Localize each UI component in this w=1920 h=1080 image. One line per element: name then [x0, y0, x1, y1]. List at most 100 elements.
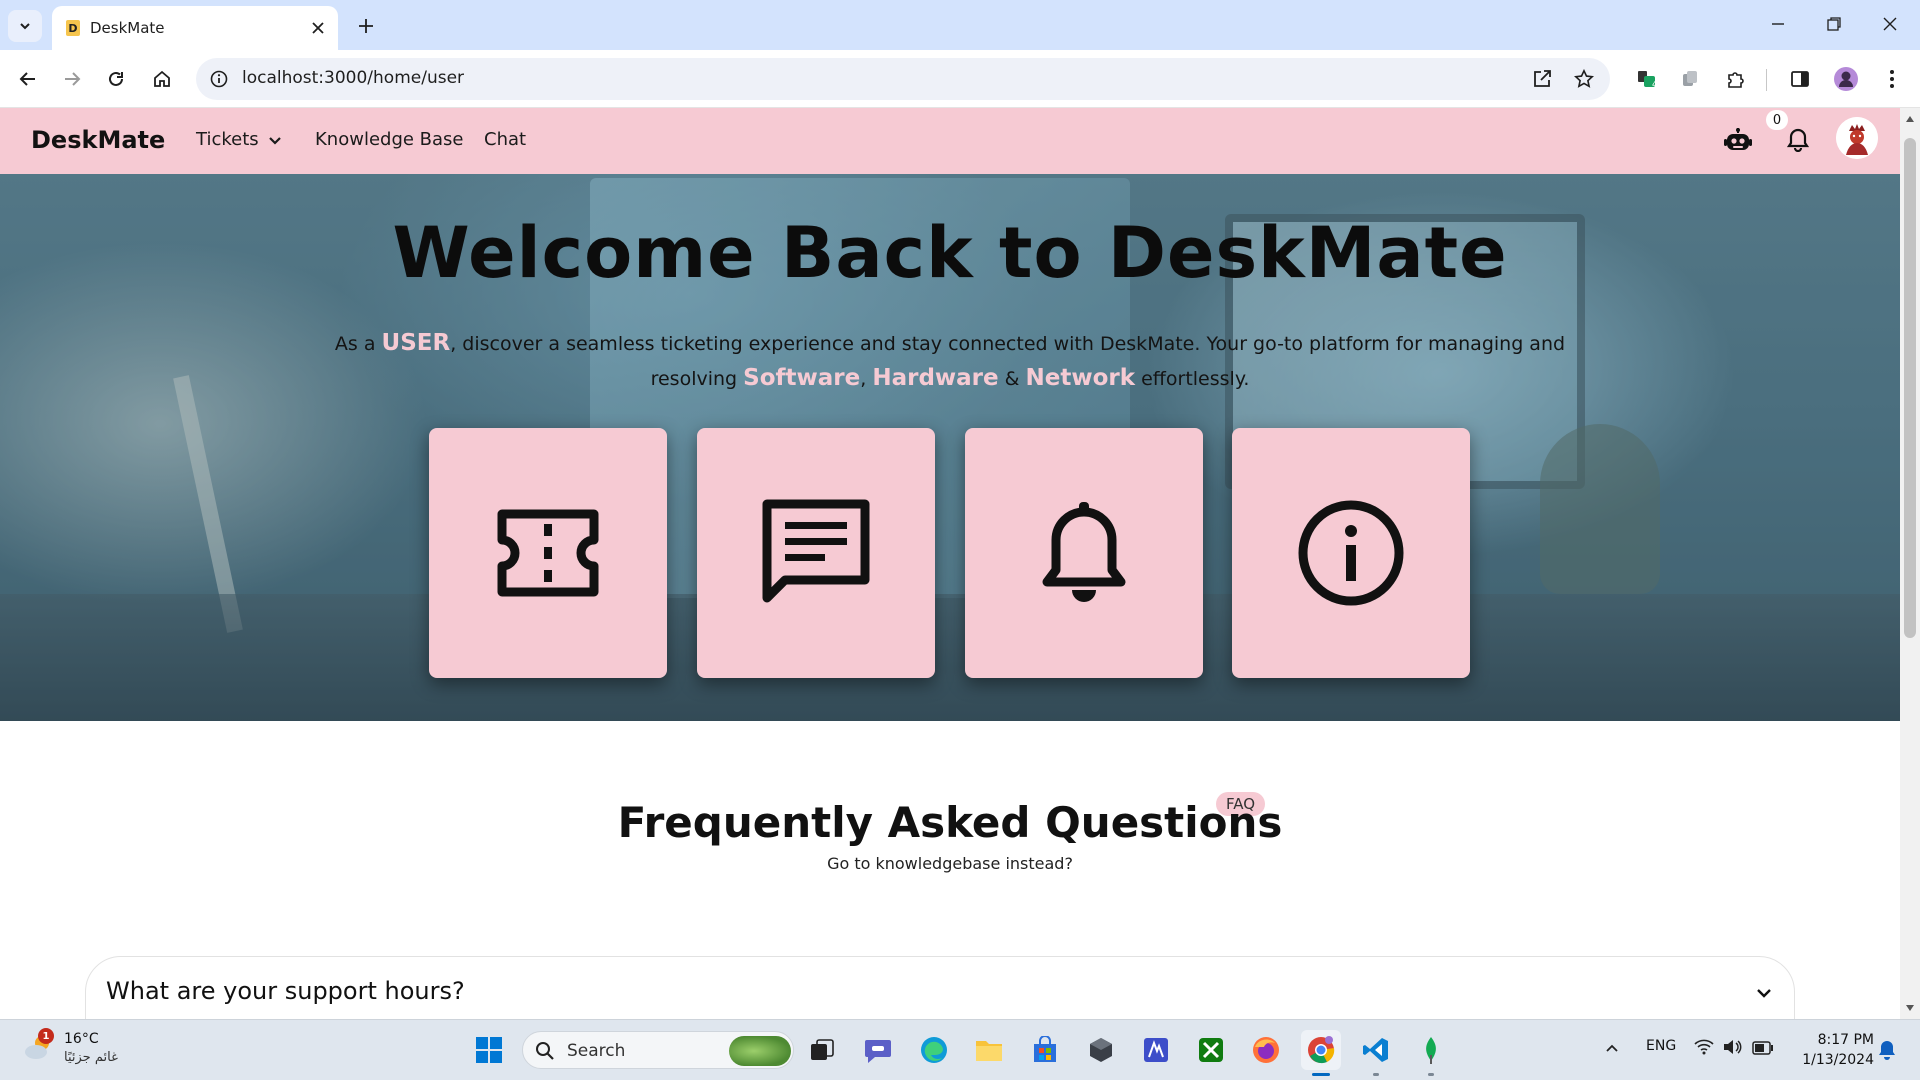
- hero-separator: ,: [860, 368, 873, 390]
- close-icon: [312, 22, 324, 34]
- user-avatar[interactable]: [1836, 117, 1878, 159]
- hero-text-part: effortlessly.: [1135, 368, 1250, 390]
- arrow-right-icon: [65, 72, 81, 86]
- taskbar-search[interactable]: Search: [522, 1031, 794, 1069]
- taskbar-teams[interactable]: [858, 1030, 898, 1070]
- site-info-button[interactable]: [208, 68, 230, 90]
- system-clock[interactable]: 8:17 PM 1/13/2024: [1790, 1030, 1874, 1070]
- scroll-up-button[interactable]: [1900, 110, 1920, 128]
- page-scrollbar[interactable]: [1900, 108, 1920, 1019]
- external-link-icon: [1534, 70, 1551, 87]
- close-icon: [1883, 17, 1897, 31]
- minimize-button[interactable]: [1756, 8, 1800, 40]
- folder-icon: [976, 1041, 1002, 1061]
- taskbar-vscode[interactable]: [1356, 1030, 1396, 1076]
- navbar: DeskMate Tickets Knowledge Base Chat 0: [0, 108, 1900, 174]
- clock-date: 1/13/2024: [1802, 1052, 1874, 1068]
- extensions-menu-button[interactable]: [1720, 63, 1752, 95]
- taskbar-store[interactable]: [1025, 1030, 1065, 1070]
- star-icon: [1574, 69, 1594, 88]
- taskbar-app-editor[interactable]: [1136, 1030, 1176, 1070]
- taskbar-app-cube[interactable]: [1081, 1030, 1121, 1070]
- show-hidden-icons-button[interactable]: [1602, 1036, 1622, 1060]
- nav-chat[interactable]: Chat: [484, 118, 526, 162]
- new-tab-button[interactable]: [352, 12, 380, 40]
- scroll-down-button[interactable]: [1900, 999, 1920, 1017]
- weather-widget[interactable]: 1 16°C غائم جزئيًا: [22, 1028, 132, 1072]
- chevron-up-icon: [1606, 1044, 1618, 1052]
- search-highlight-image: [729, 1036, 791, 1066]
- avatar-image: [1836, 117, 1878, 159]
- close-window-button[interactable]: [1868, 8, 1912, 40]
- restore-button[interactable]: [1812, 8, 1856, 40]
- extension-button[interactable]: 4: [1630, 63, 1662, 95]
- taskbar-file-explorer[interactable]: [969, 1030, 1009, 1070]
- forward-button[interactable]: [56, 63, 88, 95]
- language-indicator[interactable]: ENG: [1646, 1038, 1676, 1054]
- browser-toolbar: localhost:3000/home/user 4: [0, 50, 1920, 108]
- hero-separator: &: [998, 368, 1026, 390]
- faq-expand-toggle[interactable]: [1752, 981, 1776, 1005]
- profile-button[interactable]: [1830, 63, 1862, 95]
- tab-close-button[interactable]: [308, 18, 328, 38]
- chat-card[interactable]: [697, 428, 935, 678]
- knowledgebase-link[interactable]: Go to knowledgebase instead?: [0, 854, 1900, 873]
- info-icon: [1298, 500, 1404, 606]
- weather-alert-badge: 1: [38, 1028, 54, 1044]
- toolbar-divider: [1766, 69, 1767, 91]
- tab-search-button[interactable]: [8, 10, 42, 42]
- notifications-card[interactable]: [965, 428, 1203, 678]
- page-viewport: DeskMate Tickets Knowledge Base Chat 0 W…: [0, 108, 1900, 1019]
- taskbar-chrome[interactable]: [1301, 1030, 1341, 1076]
- url-text[interactable]: localhost:3000/home/user: [242, 68, 1442, 88]
- tickets-card[interactable]: [429, 428, 667, 678]
- triangle-up-icon: [1906, 116, 1914, 122]
- browser-menu-button[interactable]: [1876, 63, 1908, 95]
- weather-temperature: 16°C: [64, 1031, 99, 1047]
- open-in-app-button[interactable]: [1530, 67, 1554, 91]
- nav-knowledge-base[interactable]: Knowledge Base: [315, 118, 464, 162]
- browser-tab[interactable]: D DeskMate: [52, 6, 338, 50]
- home-button[interactable]: [146, 63, 178, 95]
- notification-center-button[interactable]: [1878, 1040, 1896, 1064]
- taskbar-edge[interactable]: [914, 1030, 954, 1070]
- windows-logo-icon: [476, 1037, 502, 1063]
- bookmark-button[interactable]: [1572, 67, 1596, 91]
- reload-icon: [109, 71, 123, 86]
- faq-accordion-item[interactable]: What are your support hours?: [85, 956, 1795, 1019]
- layers-icon: [1683, 71, 1697, 86]
- role-highlight: USER: [381, 330, 451, 356]
- nav-chat-label: Chat: [484, 129, 527, 150]
- hero-description: As a USER, discover a seamless ticketing…: [290, 326, 1610, 396]
- battery-icon[interactable]: [1752, 1040, 1774, 1059]
- windows-taskbar: 1 16°C غائم جزئيًا Search ENG 8:17 PM 1/…: [0, 1019, 1920, 1080]
- start-button[interactable]: [469, 1030, 509, 1070]
- chevron-down-icon: [20, 23, 30, 30]
- active-app-indicator: [1312, 1073, 1330, 1076]
- taskbar-xbox[interactable]: [1191, 1030, 1231, 1070]
- taskbar-task-view[interactable]: [802, 1030, 842, 1070]
- side-panel-button[interactable]: [1784, 63, 1816, 95]
- volume-icon[interactable]: [1722, 1038, 1742, 1060]
- task-view-icon: [811, 1039, 834, 1060]
- extension-button-2[interactable]: [1674, 63, 1706, 95]
- chevron-down-icon: [268, 137, 281, 145]
- scrollbar-thumb[interactable]: [1904, 138, 1916, 638]
- reload-button[interactable]: [100, 63, 132, 95]
- chat-bubble-icon: [865, 1040, 891, 1063]
- notification-count-badge: 0: [1766, 110, 1788, 130]
- taskbar-firefox[interactable]: [1246, 1030, 1286, 1070]
- hero-title: Welcome Back to DeskMate: [392, 212, 1508, 294]
- wifi-icon[interactable]: [1694, 1039, 1714, 1059]
- back-button[interactable]: [12, 63, 44, 95]
- notifications-button[interactable]: [1780, 122, 1816, 158]
- brand-logo[interactable]: DeskMate: [31, 118, 165, 162]
- taskbar-mongodb-compass[interactable]: [1411, 1030, 1451, 1076]
- address-bar[interactable]: localhost:3000/home/user: [196, 58, 1610, 100]
- nav-tickets-dropdown[interactable]: Tickets: [196, 118, 283, 162]
- restore-icon: [1827, 17, 1841, 31]
- chatbot-button[interactable]: [1720, 122, 1756, 158]
- info-card[interactable]: [1232, 428, 1470, 678]
- category-network: Network: [1025, 365, 1136, 391]
- plus-icon: [359, 19, 373, 33]
